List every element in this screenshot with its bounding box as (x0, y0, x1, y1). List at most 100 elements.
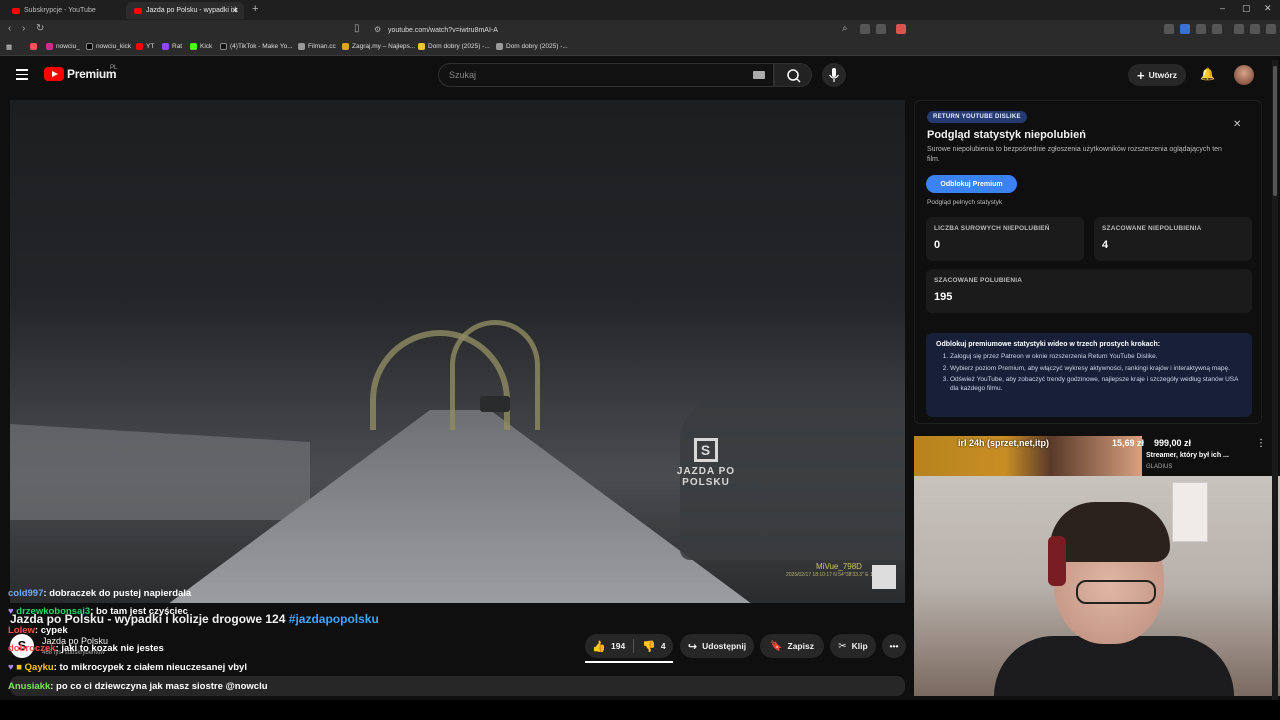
recommended-video[interactable]: irl 24h (sprzet,net,itp) 15,69 zł 999,00… (914, 436, 1280, 476)
stat-label: LICZBA SUROWYCH NIEPOLUBIEŃ (934, 225, 1050, 232)
bookmark-label: Zagraj.my – Najleps... (352, 43, 416, 50)
chat-message: Anusiakk: po co ci dziewczyna jak masz s… (8, 681, 268, 692)
scrollbar-thumb[interactable] (1273, 66, 1277, 196)
hashtag-link[interactable]: #jazdapopolsku (289, 612, 379, 626)
close-tab-icon[interactable]: ✕ (231, 6, 238, 15)
music-icon[interactable] (1234, 24, 1244, 34)
chat-text: : po co ci dziewczyna jak masz siostre @… (50, 681, 268, 692)
sidebar-icon[interactable] (1212, 24, 1222, 34)
save-button[interactable]: 🔖 Zapisz (760, 634, 824, 658)
minimize-icon[interactable]: – (1220, 3, 1225, 13)
tab-title: Jazda po Polsku - wypadki i k (146, 7, 238, 14)
extension-icon[interactable] (1180, 24, 1190, 34)
bookmark-label: Kick (200, 43, 213, 50)
thumbs-down-icon: 👎 (642, 640, 656, 653)
zoom-icon[interactable]: ⌕ (842, 23, 848, 34)
close-icon[interactable]: ✕ (1233, 119, 1241, 130)
create-button[interactable]: + Utwórz (1128, 64, 1186, 86)
bookmark-item[interactable]: Rat (162, 43, 182, 50)
instagram-icon (46, 43, 53, 50)
video-player[interactable]: S JAZDA PO POLSKU MiVue_798D 2026/02/17 … (10, 100, 905, 603)
more-vertical-icon[interactable]: ⋮ (1256, 438, 1266, 449)
new-tab-button[interactable]: + (252, 3, 258, 15)
notifications-bell-icon[interactable]: 🔔 (1200, 67, 1215, 81)
brave-shield-icon[interactable] (896, 24, 906, 34)
extension-icon[interactable] (860, 24, 870, 34)
bookmark-favicon-icon (418, 43, 425, 50)
bookmark-item[interactable]: YT (136, 43, 154, 50)
reload-icon[interactable]: ↻ (36, 23, 44, 34)
share-label: Udostępnij (702, 641, 747, 651)
keyboard-icon[interactable] (753, 71, 765, 79)
bookmark-item[interactable]: (4)TikTok - Make Yo... (220, 43, 293, 50)
recommended-title[interactable]: Streamer, który był ich ... (1146, 452, 1229, 459)
url-text: youtube.com/watch?v=iwtru8mAI-A (388, 26, 498, 34)
chat-user: Qayku (24, 662, 54, 673)
menu-icon[interactable] (1266, 24, 1276, 34)
shield-icon[interactable] (1250, 24, 1260, 34)
site-info-icon[interactable]: ⚙ (374, 25, 381, 34)
search-icon (787, 69, 801, 83)
like-ratio-bar (585, 661, 673, 663)
bookmark-item[interactable]: Kick (190, 43, 212, 50)
stat-card: LICZBA SUROWYCH NIEPOLUBIEŃ 0 (926, 217, 1084, 261)
browser-tab[interactable]: Subskrypcje - YouTube (4, 2, 122, 19)
user-avatar[interactable] (1234, 65, 1254, 85)
bookmark-item[interactable]: nowciu_ (46, 43, 80, 50)
extensions-puzzle-icon[interactable] (1196, 24, 1206, 34)
chat-text: : bo tam jest czyściec (90, 606, 188, 617)
more-horizontal-icon: ••• (889, 641, 899, 651)
crown-badge-icon: ■ (16, 662, 25, 673)
chat-user: Anusiakk (8, 681, 51, 692)
headset-icon (1048, 536, 1066, 586)
chat-user: Lolew (8, 625, 35, 636)
apps-grid-icon[interactable]: ▦ (6, 43, 12, 51)
share-button[interactable]: ↪ Udostępnij (680, 634, 754, 658)
browser-tab-active[interactable]: Jazda po Polsku - wypadki i k ✕ (126, 2, 244, 19)
bookmark-item[interactable]: Zagraj.my – Najleps... (342, 43, 415, 50)
bookmark-item[interactable]: Dom dobry (2025) -... (496, 43, 568, 50)
maximize-icon[interactable]: ▢ (1242, 3, 1251, 14)
chat-user: drzewkobonsai3 (16, 606, 91, 617)
return-youtube-dislike-panel: RETURN YOUTUBE DISLIKE Podgląd statystyk… (914, 100, 1262, 424)
bookmark-item[interactable]: nowciu_kick (86, 43, 131, 50)
bookmark-label: Dom dobry (2025) -... (428, 43, 490, 50)
hamburger-menu-icon[interactable] (16, 69, 28, 80)
bookmark-item[interactable]: Dom dobry (2025) -... (418, 43, 490, 50)
chat-user: cold997 (8, 588, 44, 599)
dislike-count: 4 (660, 641, 666, 651)
bookmark-label: Filman.cc (308, 43, 336, 50)
bookmark-favicon-icon (496, 43, 503, 50)
bookmark-item[interactable] (30, 43, 40, 50)
like-button[interactable]: 👍 194 (592, 640, 625, 653)
stat-value: 195 (934, 291, 953, 303)
chat-text: : jaki to kozak nie jestes (55, 643, 164, 654)
url-field[interactable]: ⚙ youtube.com/watch?v=iwtru8mAI-A (370, 23, 910, 37)
clip-button[interactable]: ✂ Klip (830, 634, 876, 658)
promo-steps: Zaloguj się przez Patreon w oknie rozsze… (936, 353, 1242, 393)
unlock-premium-button[interactable]: Odblokuj Premium (926, 175, 1017, 193)
more-actions-button[interactable]: ••• (882, 634, 906, 658)
recommended-channel[interactable]: GLADIUS (1146, 464, 1172, 470)
bookmark-icon[interactable]: ▯ (354, 23, 360, 34)
extension-icon[interactable] (1164, 24, 1174, 34)
preview-stats-link[interactable]: Podgląd pełnych statystyk (927, 199, 1002, 206)
plus-icon: + (1137, 67, 1145, 83)
chat-message: ♥ ■ Qayku: to mikrocypek z ciałem nieucz… (8, 662, 247, 673)
dislike-button[interactable]: 👎 4 (642, 640, 665, 653)
close-window-icon[interactable]: ✕ (1264, 3, 1272, 14)
back-icon[interactable]: ‹ (8, 23, 11, 34)
voice-search-button[interactable] (822, 63, 846, 87)
video-branding-icon[interactable] (872, 565, 896, 589)
search-button[interactable] (774, 63, 812, 87)
forward-icon[interactable]: › (22, 23, 25, 34)
scene-snowbank (10, 424, 310, 520)
youtube-premium-logo[interactable]: Premium PL (44, 65, 117, 81)
bookmark-item[interactable]: Filman.cc (298, 43, 336, 50)
ryd-badge: RETURN YOUTUBE DISLIKE (927, 111, 1027, 123)
tab-title: Subskrypcje - YouTube (24, 7, 96, 14)
browser-tab-bar: Subskrypcje - YouTube Jazda po Polsku - … (0, 0, 1280, 20)
bookmark-save-icon: 🔖 (770, 640, 783, 652)
extension-icon[interactable] (876, 24, 886, 34)
search-input[interactable]: Szukaj (438, 63, 774, 87)
